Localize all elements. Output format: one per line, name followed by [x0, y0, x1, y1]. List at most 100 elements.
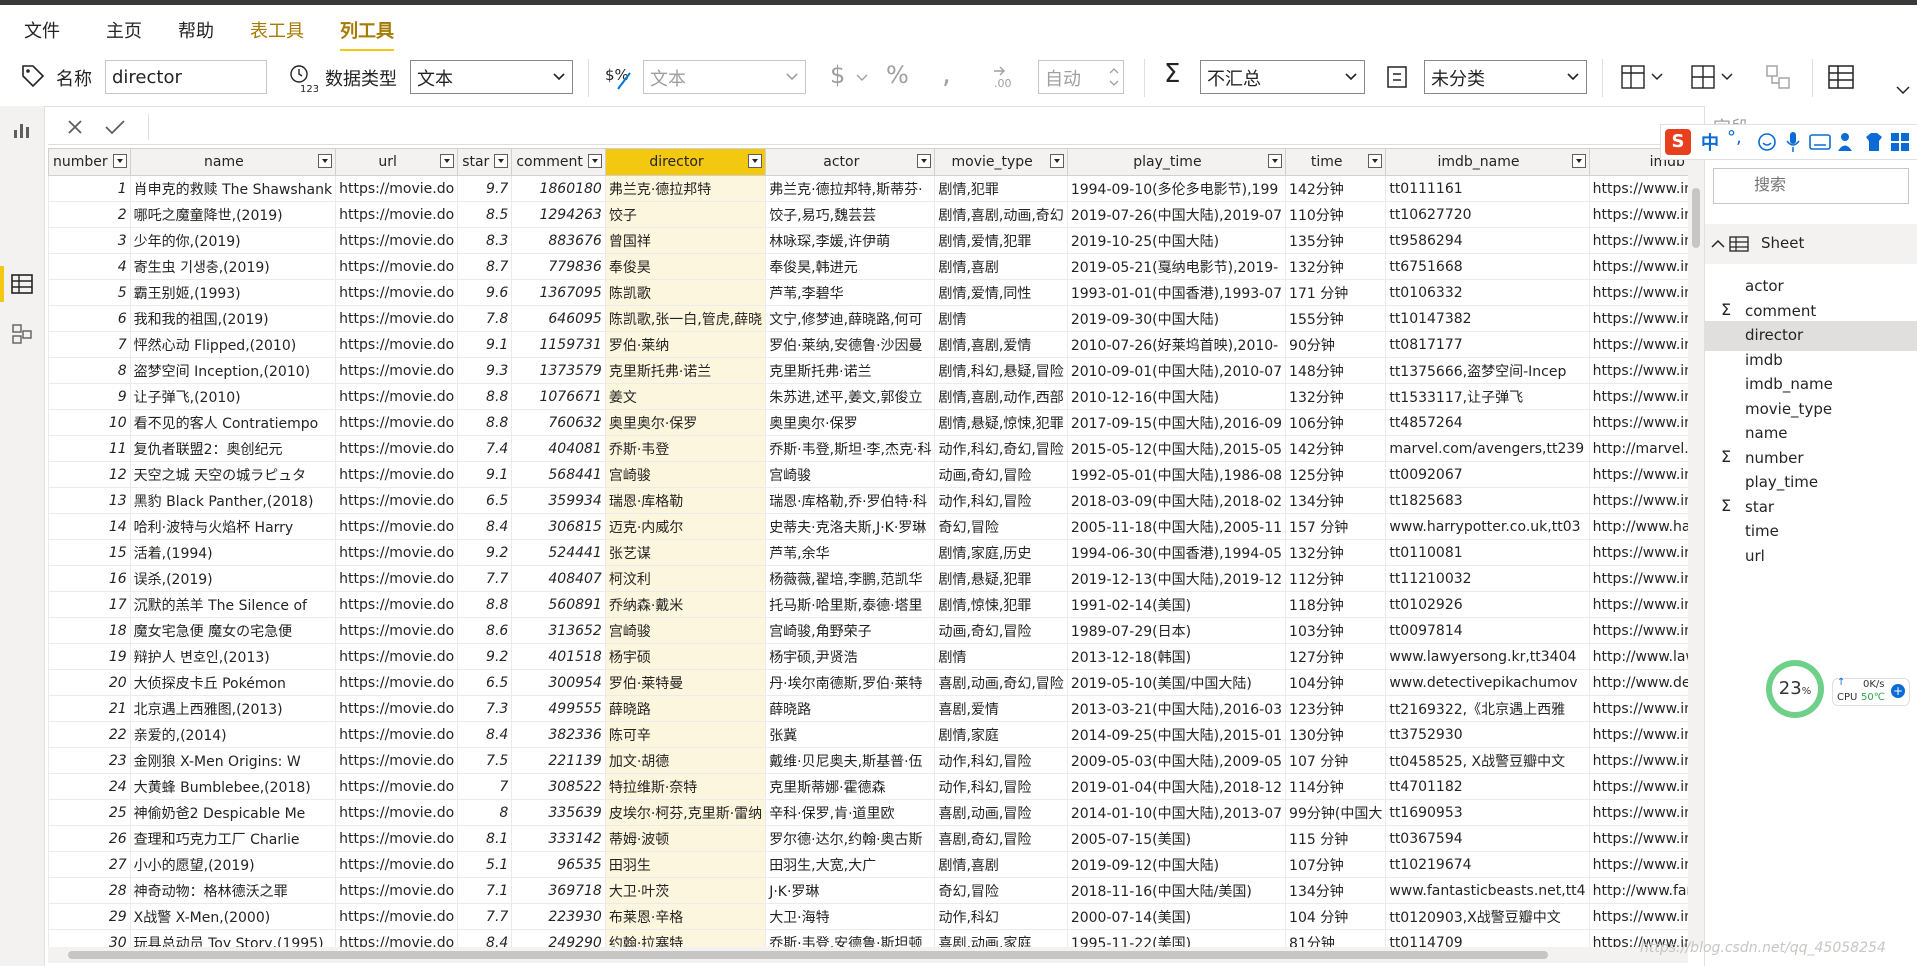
cell-time[interactable]: 155分钟 — [1285, 305, 1387, 332]
plus-icon[interactable]: + — [1891, 684, 1905, 698]
cell-time[interactable]: 104 分钟 — [1285, 903, 1387, 930]
cell-name[interactable]: 哪吒之魔童降世,(2019) — [129, 201, 337, 228]
cell-director[interactable]: 罗伯·莱特曼 — [604, 669, 767, 696]
cell-star[interactable]: 8.6 — [457, 617, 513, 644]
cell-url[interactable]: https://movie.do — [335, 383, 459, 410]
cell-imdb-name[interactable]: tt0367594 — [1385, 825, 1590, 852]
cell-time[interactable]: 106分钟 — [1285, 409, 1387, 436]
cell-comment[interactable]: 223930 — [511, 903, 606, 930]
cell-play-time[interactable]: 2015-05-12(中国大陆),2015-05 — [1066, 435, 1287, 462]
cell-director[interactable]: 张艺谋 — [604, 539, 767, 566]
cell-play-time[interactable]: 1994-09-10(多伦多电影节),199 — [1066, 175, 1287, 202]
cell-director[interactable]: 杨宇硕 — [604, 643, 767, 670]
cell-play-time[interactable]: 1995-11-22(美国) — [1066, 929, 1287, 947]
cell-number[interactable]: 10 — [48, 409, 131, 436]
cell-url[interactable]: https://movie.do — [335, 201, 459, 228]
cell-number[interactable]: 21 — [48, 695, 131, 722]
cell-movie-type[interactable]: 动作,科幻,奇幻,冒险 — [934, 435, 1068, 462]
cell-number[interactable]: 29 — [48, 903, 131, 930]
cell-director[interactable]: 乔纳森·戴米 — [604, 591, 767, 618]
cell-name[interactable]: 沉默的羔羊 The Silence of — [129, 591, 337, 618]
cell-movie-type[interactable]: 剧情,惊悚,犯罪 — [934, 591, 1068, 618]
cell-url[interactable]: https://movie.do — [335, 851, 459, 878]
cell-imdb[interactable]: https://www.imdb.com/ — [1588, 825, 1688, 852]
cell-imdb[interactable]: https://www.imdb.com/ — [1588, 591, 1688, 618]
cell-director[interactable]: 宫崎骏 — [604, 617, 767, 644]
cell-star[interactable]: 8.8 — [457, 409, 513, 436]
cell-star[interactable]: 9.6 — [457, 279, 513, 306]
cell-name[interactable]: 看不见的客人 Contratiempo — [129, 409, 337, 436]
cell-actor[interactable]: 饺子,易巧,魏芸芸 — [765, 201, 936, 228]
cell-actor[interactable]: 朱苏进,述平,姜文,郭俊立 — [765, 383, 936, 410]
cell-name[interactable]: X战警 X-Men,(2000) — [129, 903, 337, 930]
cell-name[interactable]: 肖申克的救赎 The Shawshank — [129, 175, 337, 202]
cell-star[interactable]: 8.5 — [457, 201, 513, 228]
cell-movie-type[interactable]: 剧情,喜剧,动画,奇幻 — [934, 201, 1068, 228]
cell-number[interactable]: 2 — [48, 201, 131, 228]
scroll-thumb[interactable] — [1692, 188, 1700, 248]
format-select[interactable]: 文本 — [643, 60, 806, 94]
table-row[interactable]: 13 黑豹 Black Panther,(2018) https://movie.d… — [48, 487, 1688, 514]
summarization-select[interactable]: 不汇总 — [1200, 60, 1365, 94]
cell-play-time[interactable]: 2019-12-13(中国大陆),2019-12 — [1066, 565, 1287, 592]
cell-play-time[interactable]: 2017-09-15(中国大陆),2016-09 — [1066, 409, 1287, 436]
table-row[interactable]: 3 少年的你,(2019) https://movie.do 8.3 883676 曾国祥… — [48, 227, 1688, 254]
cell-play-time[interactable]: 1989-07-29(日本) — [1066, 617, 1287, 644]
cell-imdb[interactable]: https://www.imdb.com/ — [1588, 617, 1688, 644]
cell-imdb-name[interactable]: tt4857264 — [1385, 409, 1590, 436]
cell-imdb[interactable]: https://www.imdb.com/ — [1588, 461, 1688, 488]
cell-name[interactable]: 神偷奶爸2 Despicable Me — [129, 799, 337, 826]
cell-time[interactable]: 90分钟 — [1285, 331, 1387, 358]
cell-comment[interactable]: 1076671 — [511, 383, 606, 410]
ime-mode-label[interactable]: 中 — [1701, 129, 1719, 155]
cell-play-time[interactable]: 2010-07-26(好莱坞首映),2010- — [1066, 331, 1287, 358]
cell-comment[interactable]: 760632 — [511, 409, 606, 436]
cell-imdb-name[interactable]: tt0114709 — [1385, 929, 1590, 947]
cell-comment[interactable]: 560891 — [511, 591, 606, 618]
emoji-icon[interactable] — [1757, 132, 1777, 152]
cell-play-time[interactable]: 1991-02-14(美国) — [1066, 591, 1287, 618]
cell-movie-type[interactable]: 剧情,爱情,犯罪 — [934, 227, 1068, 254]
cell-number[interactable]: 25 — [48, 799, 131, 826]
cell-imdb[interactable]: https://www.imdb.com/ — [1588, 773, 1688, 800]
cell-name[interactable]: 大黄蜂 Bumblebee,(2018) — [129, 773, 337, 800]
table-row[interactable]: 14 哈利·波特与火焰杯 Harry https://movie.do 8.4 3068… — [48, 513, 1688, 540]
cell-imdb[interactable]: http://www.detectivepik — [1588, 669, 1688, 696]
cell-actor[interactable]: 大卫·海特 — [765, 903, 936, 930]
column-header-imdb-name[interactable]: imdb_name — [1385, 148, 1590, 176]
cell-name[interactable]: 让子弹飞,(2010) — [129, 383, 337, 410]
cell-imdb[interactable]: https://www.imdb.com/ — [1588, 903, 1688, 930]
cell-comment[interactable]: 404081 — [511, 435, 606, 462]
cell-imdb-name[interactable]: tt0120903,X战警豆瓣中文 — [1385, 903, 1590, 930]
cell-director[interactable]: 皮埃尔·柯芬,克里斯·雷纳 — [604, 799, 767, 826]
cell-imdb[interactable]: https://www.imdb.com/ — [1588, 227, 1688, 254]
cell-name[interactable]: 金刚狼 X-Men Origins: W — [129, 747, 337, 774]
cell-actor[interactable]: 弗兰克·德拉邦特,斯蒂芬· — [765, 175, 936, 202]
cell-url[interactable]: https://movie.do — [335, 279, 459, 306]
cell-actor[interactable]: 芦苇,余华 — [765, 539, 936, 566]
column-header-star[interactable]: star — [457, 148, 513, 176]
scroll-thumb[interactable] — [68, 951, 1548, 959]
cell-play-time[interactable]: 2014-09-25(中国大陆),2015-01 — [1066, 721, 1287, 748]
cell-actor[interactable]: 杨宇硕,尹贤浩 — [765, 643, 936, 670]
cell-imdb[interactable]: https://www.imdb.com/ — [1588, 331, 1688, 358]
cell-director[interactable]: 宫崎骏 — [604, 461, 767, 488]
cell-url[interactable]: https://movie.do — [335, 435, 459, 462]
cell-time[interactable]: 132分钟 — [1285, 253, 1387, 280]
cell-star[interactable]: 7 — [457, 773, 513, 800]
filter-dropdown-icon[interactable] — [440, 154, 455, 168]
report-view-icon[interactable] — [10, 118, 34, 142]
cell-imdb-name[interactable]: tt10147382 — [1385, 305, 1590, 332]
cell-star[interactable]: 9.3 — [457, 357, 513, 384]
cell-number[interactable]: 24 — [48, 773, 131, 800]
cell-director[interactable]: 乔斯·韦登 — [604, 435, 767, 462]
cell-director[interactable]: 布莱恩·辛格 — [604, 903, 767, 930]
cell-comment[interactable]: 313652 — [511, 617, 606, 644]
column-header-name[interactable]: name — [129, 148, 337, 176]
table-row[interactable]: 21 北京遇上西雅图,(2013) https://movie.do 7.3 49955… — [48, 695, 1688, 722]
data-grid[interactable]: number name url star comment director actor mov… — [48, 148, 1688, 947]
cell-actor[interactable]: 乔斯·韦登,安德鲁·斯坦顿 — [765, 929, 936, 947]
skin-icon[interactable] — [1863, 131, 1885, 153]
cell-actor[interactable]: 乔斯·韦登,斯坦·李,杰克·科 — [765, 435, 936, 462]
cell-comment[interactable]: 359934 — [511, 487, 606, 514]
